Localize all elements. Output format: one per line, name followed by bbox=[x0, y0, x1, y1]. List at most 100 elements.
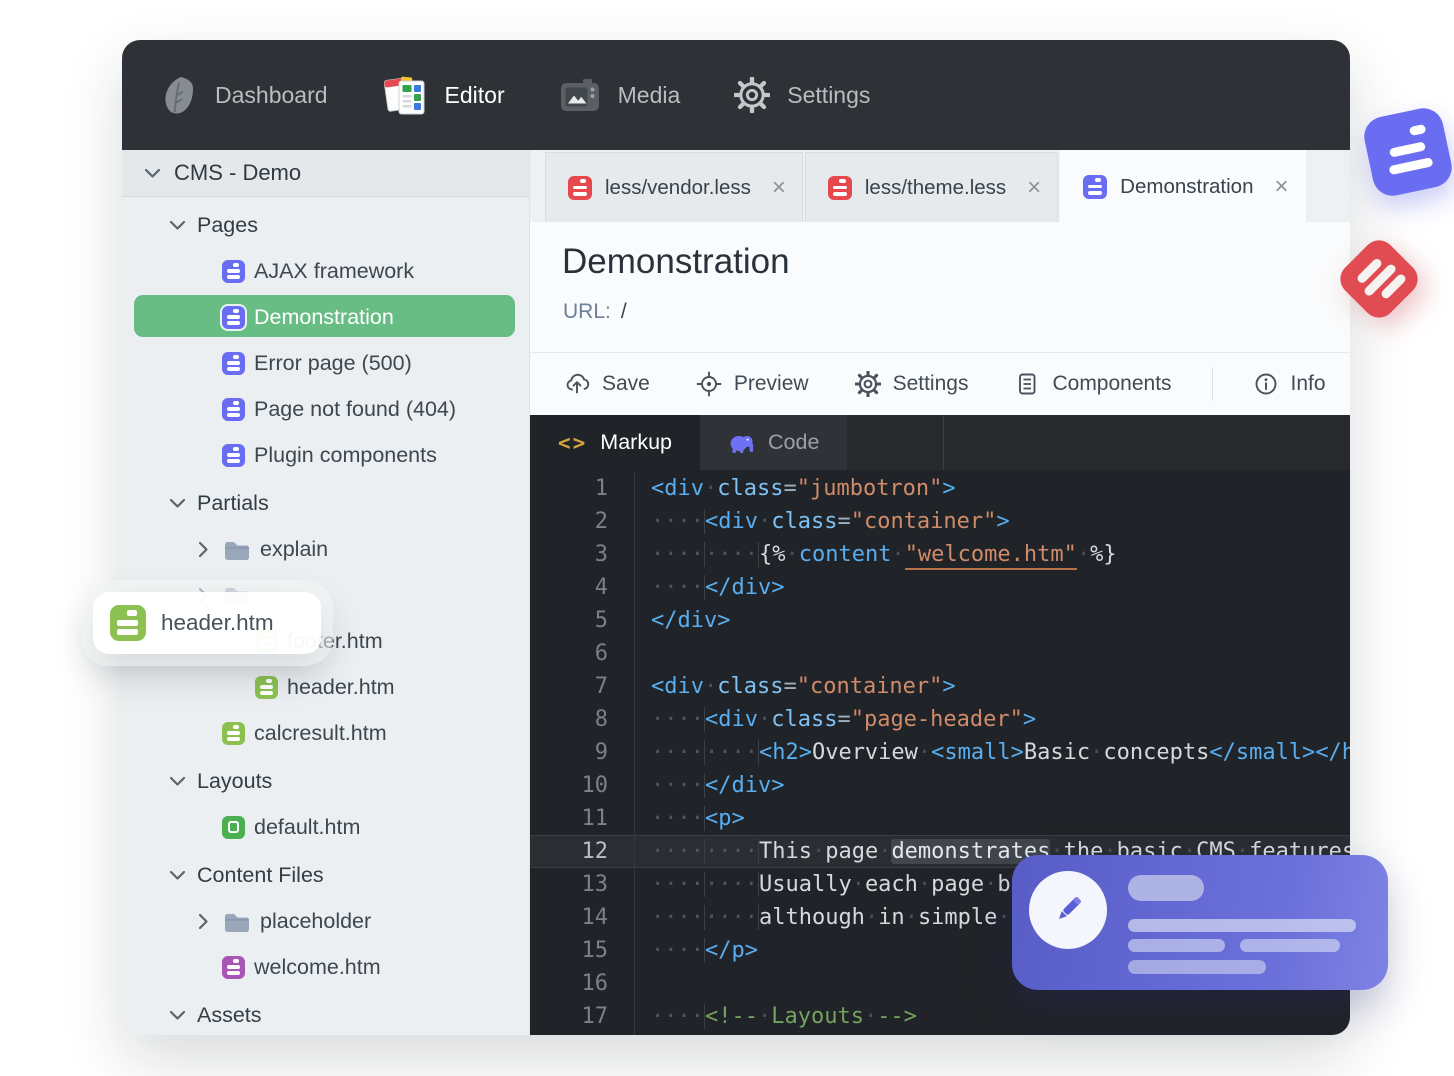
gear-icon bbox=[854, 371, 881, 397]
document-tab-less-theme-less[interactable]: less/theme.less × bbox=[804, 152, 1059, 222]
chevron-down-icon bbox=[166, 774, 188, 788]
close-icon[interactable]: × bbox=[1274, 174, 1288, 199]
tree-item-error-page-500-[interactable]: Error page (500) bbox=[122, 340, 529, 386]
skeleton-line bbox=[1128, 960, 1266, 974]
nav-item-settings[interactable]: Settings bbox=[734, 77, 870, 113]
editor-tab-markup[interactable]: <> Markup bbox=[530, 415, 700, 470]
components-icon bbox=[1014, 371, 1040, 397]
document-tab-less-vendor-less[interactable]: less/vendor.less × bbox=[545, 152, 803, 222]
url-value[interactable]: / bbox=[621, 300, 627, 323]
tree-item-default-htm[interactable]: default.htm bbox=[122, 804, 529, 850]
code-line-text: ····</div> bbox=[651, 575, 785, 600]
code-line-3: 3 ········{%·content·"welcome.htm"·%} bbox=[530, 538, 1350, 571]
line-number: 16 bbox=[530, 967, 635, 1000]
tree-item-header-htm[interactable]: header.htm bbox=[122, 664, 529, 710]
tree-item-label: placeholder bbox=[260, 908, 372, 933]
floating-edit-card bbox=[1012, 855, 1388, 990]
close-icon[interactable]: × bbox=[1027, 175, 1041, 200]
page-doc-icon bbox=[222, 305, 245, 329]
sidebar-section-layouts[interactable]: Layouts bbox=[122, 758, 529, 804]
sidebar-section-pages[interactable]: Pages bbox=[122, 202, 529, 248]
tree-item-placeholder[interactable]: placeholder bbox=[122, 898, 529, 944]
tree-item-demonstration[interactable]: Demonstration bbox=[122, 294, 529, 340]
nav-item-editor[interactable]: Editor bbox=[382, 74, 505, 116]
toolbar-divider bbox=[1211, 367, 1213, 401]
sidebar-section-assets[interactable]: Assets bbox=[122, 992, 529, 1035]
line-number: 14 bbox=[530, 901, 635, 934]
url-label: URL: bbox=[563, 300, 611, 323]
code-line-4: 4 ····</div> bbox=[530, 571, 1350, 604]
app-header: Dashboard Editor Media Settings bbox=[122, 40, 1350, 150]
sidebar-root[interactable]: CMS - Demo bbox=[122, 150, 529, 197]
line-number: 15 bbox=[530, 934, 635, 967]
line-number: 11 bbox=[530, 802, 635, 835]
skeleton-line bbox=[1128, 919, 1356, 932]
toolbar-button-label: Settings bbox=[892, 372, 969, 395]
drag-ghost[interactable]: header.htm bbox=[93, 592, 321, 654]
nav-item-label: Dashboard bbox=[215, 81, 328, 108]
tree-item-page-not-found-404-[interactable]: Page not found (404) bbox=[122, 386, 529, 432]
code-line-8: 8 ····<div·class="page-header"> bbox=[530, 703, 1350, 736]
tree-item-label: AJAX framework bbox=[254, 258, 415, 283]
document-tabbar: less/vendor.less × less/theme.less × Demonst… bbox=[530, 150, 1350, 222]
line-number: 10 bbox=[530, 769, 635, 802]
document-tab-demonstration[interactable]: Demonstration × bbox=[1060, 150, 1306, 222]
sidebar-section-content-files[interactable]: Content Files bbox=[122, 852, 529, 898]
editor-tab-code[interactable]: Code bbox=[700, 415, 848, 470]
close-icon[interactable]: × bbox=[772, 175, 786, 200]
page-doc-icon bbox=[222, 259, 245, 283]
line-number: 9 bbox=[530, 736, 635, 769]
nav-item-media[interactable]: Media bbox=[559, 77, 681, 114]
skeleton-line bbox=[1128, 939, 1225, 952]
code-line-text: ····<!--·Layouts·--> bbox=[651, 1004, 917, 1029]
chevron-right-icon bbox=[192, 541, 214, 558]
code-line-7: 7 <div·class="container"> bbox=[530, 670, 1350, 703]
tree-item-welcome-htm[interactable]: welcome.htm bbox=[122, 944, 529, 990]
preview-target-icon bbox=[696, 371, 722, 397]
info-icon bbox=[1255, 373, 1276, 395]
nav-item-label: Settings bbox=[787, 81, 871, 108]
settings-button[interactable]: Settings bbox=[854, 371, 969, 397]
url-row: URL: / bbox=[563, 300, 627, 324]
preview-target-icon bbox=[696, 371, 722, 397]
toolbar-button-label: Components bbox=[1052, 372, 1172, 395]
save-cloud-icon bbox=[564, 371, 590, 397]
skeleton-title-pill bbox=[1128, 875, 1204, 901]
editor-icon bbox=[382, 74, 428, 116]
sidebar-section-partials[interactable]: Partials bbox=[122, 480, 529, 526]
line-number: 4 bbox=[530, 571, 635, 604]
folder-icon bbox=[223, 538, 251, 561]
chevron-down-icon bbox=[169, 776, 185, 786]
code-line-text: ········<h2>Overview·<small>Basic·concep… bbox=[651, 740, 1350, 765]
tree-item-label: explain bbox=[260, 536, 329, 561]
tree-item-calcresult-htm[interactable]: calcresult.htm bbox=[122, 710, 529, 756]
tree-item-explain[interactable]: explain bbox=[122, 526, 529, 572]
preview-button[interactable]: Preview bbox=[696, 371, 809, 397]
less-doc-icon bbox=[827, 175, 852, 200]
editor-tab-label: Markup bbox=[600, 430, 672, 454]
leaf-icon bbox=[160, 74, 198, 117]
nav-item-dashboard[interactable]: Dashboard bbox=[160, 74, 328, 117]
tree-item-label: Partials bbox=[197, 490, 269, 515]
code-line-text: </div> bbox=[651, 608, 731, 633]
tree-item-label: Page not found (404) bbox=[254, 396, 457, 421]
tree-item-plugin-components[interactable]: Plugin components bbox=[122, 432, 529, 478]
purple-doc-sticker-icon bbox=[1360, 104, 1454, 200]
info-button[interactable]: Info bbox=[1253, 371, 1326, 397]
code-line-1: 1 <div·class="jumbotron"> bbox=[530, 472, 1350, 505]
editor-tab-label: Code bbox=[768, 430, 820, 454]
tree-item-label: Assets bbox=[197, 1002, 262, 1027]
line-number: 7 bbox=[530, 670, 635, 703]
tree-item-label: default.htm bbox=[254, 814, 361, 839]
components-button[interactable]: Components bbox=[1014, 371, 1172, 397]
code-line-2: 2 ····<div·class="container"> bbox=[530, 505, 1350, 538]
nav-item-label: Media bbox=[617, 81, 681, 108]
line-number: 1 bbox=[530, 472, 635, 505]
save-button[interactable]: Save bbox=[564, 371, 650, 397]
tree-item-ajax-framework[interactable]: AJAX framework bbox=[122, 248, 529, 294]
chevron-down-icon bbox=[166, 868, 188, 882]
markup-brackets-icon: <> bbox=[558, 430, 588, 455]
tree-item-label: Demonstration bbox=[254, 304, 394, 329]
nav-item-label: Editor bbox=[444, 81, 505, 108]
folder-icon bbox=[223, 910, 251, 933]
